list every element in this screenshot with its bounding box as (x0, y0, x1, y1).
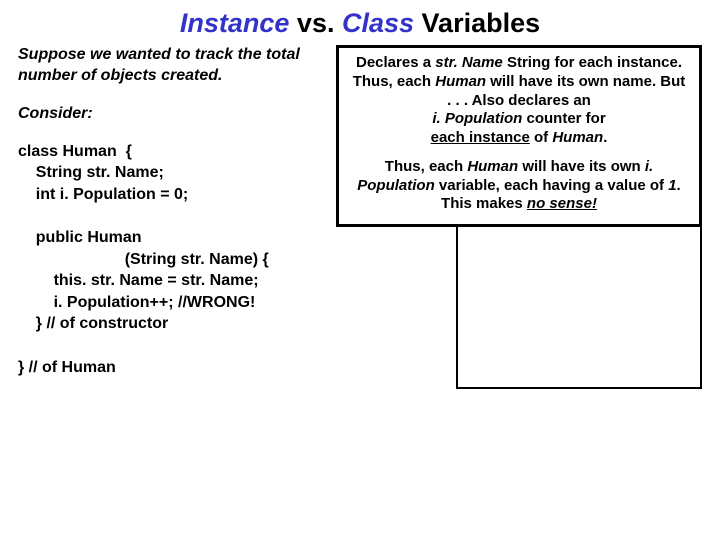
title-class: Class (342, 8, 414, 38)
right-column: Declares a str. Name String for each ins… (336, 45, 702, 389)
consider-label: Consider: (18, 105, 318, 123)
explanation-p1: Declares a str. Name String for each ins… (349, 54, 689, 148)
title-variables: Variables (414, 8, 540, 38)
slide-title: Instance vs. Class Variables (0, 0, 720, 45)
title-instance: Instance (180, 8, 290, 38)
intro-text: Suppose we wanted to track the total num… (18, 45, 318, 87)
title-vs: vs. (289, 8, 342, 38)
explanation-box: Declares a str. Name String for each ins… (336, 45, 702, 227)
left-column: Suppose we wanted to track the total num… (18, 45, 318, 389)
code-block: class Human { String str. Name; int i. P… (18, 141, 318, 379)
empty-box (456, 225, 702, 389)
explanation-p2: Thus, each Human will have its own i. Po… (349, 158, 689, 214)
content-area: Suppose we wanted to track the total num… (0, 45, 720, 389)
